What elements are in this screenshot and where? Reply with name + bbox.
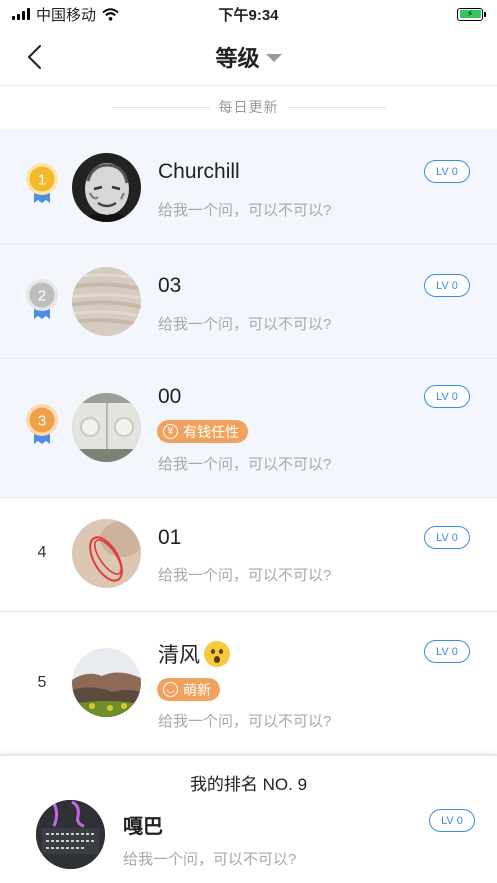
- user-name: 03: [158, 274, 181, 298]
- dropdown-triangle-icon: [265, 54, 282, 62]
- sprout-icon: ◡: [163, 682, 178, 697]
- rank-row-3[interactable]: 3 00 ¥ 有钱任性 给我一个问，可以不可以? LV 0: [0, 359, 497, 498]
- rank-row-4[interactable]: 4 01 给我一个问，可以不可以? LV 0: [0, 498, 497, 612]
- surprised-emoji-icon: [204, 641, 230, 667]
- user-name-text: 清风: [158, 644, 200, 667]
- my-rank-title: 我的排名 NO. 9: [189, 775, 308, 794]
- user-subtitle: 给我一个问，可以不可以?: [158, 202, 332, 219]
- bronze-medal-icon: 3: [26, 404, 58, 444]
- user-name-text: Churchill: [158, 160, 240, 183]
- level-dropdown[interactable]: 等级: [215, 41, 282, 73]
- avatar[interactable]: [72, 267, 141, 336]
- my-name: 嘎巴: [123, 816, 163, 838]
- status-bar: 中国移动 下午9:34 ⚡: [0, 0, 497, 28]
- wifi-icon: [102, 7, 119, 21]
- user-tag-label: 有钱任性: [183, 423, 239, 440]
- level-badge: LV 0: [424, 160, 470, 183]
- user-name-text: 01: [158, 526, 182, 549]
- divider-left: [111, 106, 210, 108]
- back-arrow-icon[interactable]: [22, 42, 50, 72]
- rank-row-5[interactable]: 5 清风 ◡ 萌新 给我一个问，可以不可以? LV 0: [0, 612, 497, 755]
- avatar[interactable]: [72, 519, 141, 588]
- user-subtitle: 给我一个问，可以不可以?: [158, 316, 332, 333]
- status-left: 中国移动: [12, 4, 119, 25]
- gold-medal-icon: 1: [26, 163, 58, 203]
- medal-number: 3: [38, 413, 46, 430]
- user-name: 清风: [158, 639, 230, 669]
- rank-row-1[interactable]: 1 Churchill 给我一个问，可以不可以? LV 0: [0, 129, 497, 245]
- user-name-text: 03: [158, 274, 182, 297]
- user-tag-label: 萌新: [183, 681, 211, 698]
- level-badge: LV 0: [424, 274, 470, 297]
- battery-icon: ⚡: [457, 7, 486, 21]
- avatar[interactable]: [72, 393, 141, 462]
- silver-medal-icon: 2: [26, 279, 58, 319]
- signal-icon: [12, 8, 30, 20]
- page-title: 等级: [215, 45, 260, 71]
- nav-bar: 等级: [0, 28, 497, 86]
- daily-update-header: 每日更新: [0, 86, 497, 128]
- user-subtitle: 给我一个问，可以不可以?: [158, 456, 332, 473]
- carrier-label: 中国移动: [36, 6, 97, 24]
- divider-right: [287, 106, 386, 108]
- user-tag: ◡ 萌新: [157, 678, 220, 701]
- level-badge: LV 0: [424, 526, 470, 549]
- level-badge: LV 0: [424, 385, 470, 408]
- avatar[interactable]: [72, 153, 141, 222]
- coin-icon: ¥: [163, 424, 178, 439]
- rank-row-2[interactable]: 2 03 给我一个问，可以不可以? LV 0: [0, 245, 497, 359]
- daily-update-label: 每日更新: [218, 99, 279, 115]
- rank-number: 4: [37, 544, 47, 561]
- level-badge: LV 0: [424, 640, 470, 663]
- medal-number: 2: [38, 288, 46, 305]
- avatar[interactable]: [72, 648, 141, 717]
- rank-number: 5: [37, 674, 47, 691]
- my-avatar[interactable]: [36, 800, 105, 869]
- clock: 下午9:34: [218, 6, 279, 24]
- medal-number: 1: [38, 172, 46, 189]
- my-rank-panel[interactable]: 我的排名 NO. 9 嘎巴 给我一个问，可以不可以? LV 0: [0, 755, 497, 883]
- user-subtitle: 给我一个问，可以不可以?: [158, 713, 332, 730]
- my-level-badge: LV 0: [429, 809, 475, 832]
- user-tag: ¥ 有钱任性: [157, 420, 248, 443]
- my-subtitle: 给我一个问，可以不可以?: [123, 851, 297, 868]
- user-name: 00: [158, 385, 181, 409]
- user-name: 01: [158, 526, 181, 550]
- user-subtitle: 给我一个问，可以不可以?: [158, 567, 332, 584]
- user-name: Churchill: [158, 160, 240, 184]
- user-name-text: 00: [158, 385, 182, 408]
